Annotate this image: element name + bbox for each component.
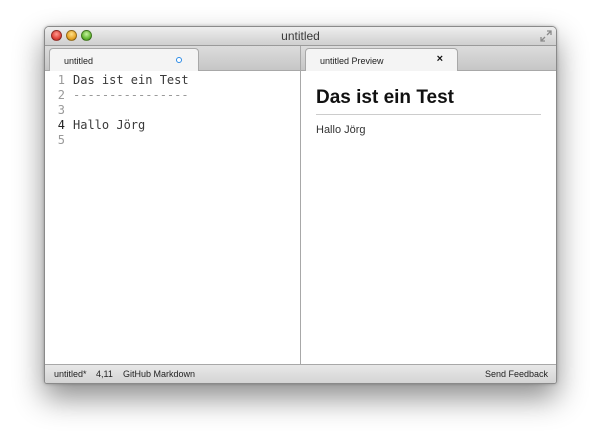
dirty-indicator-icon[interactable] xyxy=(176,57,182,63)
fullscreen-icon[interactable] xyxy=(540,30,552,42)
code-line[interactable]: ---------------- xyxy=(73,88,189,103)
preview-pane: Das ist ein Test Hallo Jörg xyxy=(301,71,556,364)
line-number: 2 xyxy=(57,88,65,102)
line-number: 3 xyxy=(57,103,65,117)
tab-editor-label: untitled xyxy=(64,56,94,66)
close-icon[interactable]: × xyxy=(437,53,443,65)
app-window: untitled untitled untitled Preview × 1 2… xyxy=(44,26,557,384)
title-bar[interactable]: untitled xyxy=(45,27,556,46)
code-area[interactable]: Das ist ein Test ---------------- Hallo … xyxy=(73,73,189,148)
status-syntax[interactable]: GitHub Markdown xyxy=(123,369,195,379)
preview-heading-rule xyxy=(316,114,541,115)
tab-preview-label: untitled Preview xyxy=(320,56,384,66)
code-line[interactable] xyxy=(73,103,189,118)
status-cursor-position[interactable]: 4,11 xyxy=(96,369,113,379)
code-line[interactable]: Hallo Jörg xyxy=(73,118,189,133)
line-number: 5 xyxy=(57,133,65,147)
preview-heading: Das ist ein Test xyxy=(316,87,454,108)
status-filename: untitled* xyxy=(54,369,87,379)
status-bar: untitled* 4,11 GitHub Markdown Send Feed… xyxy=(45,364,556,383)
preview-paragraph: Hallo Jörg xyxy=(316,124,366,136)
code-line[interactable]: Das ist ein Test xyxy=(73,73,189,88)
line-number-current: 4 xyxy=(57,118,65,132)
line-number-gutter: 1 2 3 4 5 xyxy=(45,71,65,148)
tab-preview[interactable]: untitled Preview × xyxy=(305,48,458,71)
editor-pane[interactable]: 1 2 3 4 5 Das ist ein Test -------------… xyxy=(45,71,300,364)
line-number: 1 xyxy=(57,73,65,87)
code-line[interactable] xyxy=(73,133,189,148)
send-feedback-link[interactable]: Send Feedback xyxy=(485,369,548,379)
tab-editor[interactable]: untitled xyxy=(49,48,199,71)
window-title: untitled xyxy=(281,29,320,43)
